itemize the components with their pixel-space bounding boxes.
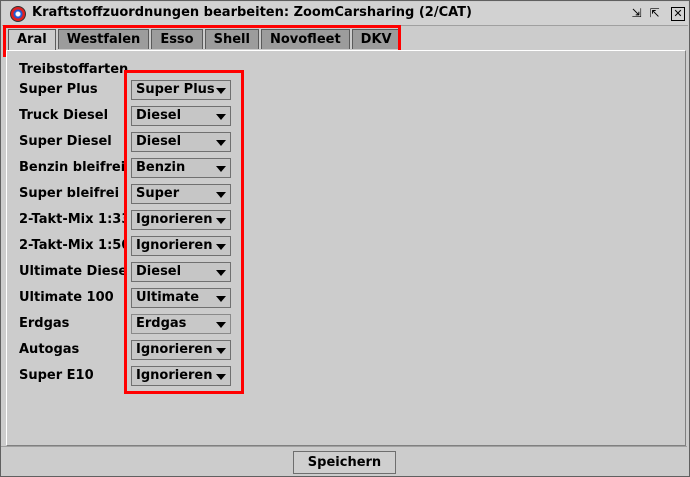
tab-novofleet[interactable]: Novofleet: [260, 29, 350, 49]
dropdown-value: Erdgas: [136, 316, 187, 331]
fuel-type-label: Super bleifrei: [19, 186, 120, 201]
minimize-icon[interactable]: ⇲: [629, 6, 644, 21]
fuel-type-label: 2-Takt-Mix 1:50: [19, 238, 125, 253]
fuel-type-label: Super Plus: [19, 82, 98, 97]
chevron-down-icon[interactable]: [216, 374, 226, 380]
chevron-down-icon[interactable]: [216, 218, 226, 224]
chevron-down-icon[interactable]: [216, 322, 226, 328]
tab-esso[interactable]: Esso: [151, 29, 203, 49]
dropdown-value: Super Plus: [136, 82, 215, 97]
title-bar[interactable]: Kraftstoffzuordnungen bearbeiten: ZoomCa…: [2, 2, 688, 26]
tab-dkv[interactable]: DKV: [351, 29, 401, 49]
window-title: Kraftstoffzuordnungen bearbeiten: ZoomCa…: [32, 5, 472, 20]
section-label: Treibstoffarten: [19, 62, 129, 77]
dropdown-value: Ultimate: [136, 290, 200, 305]
fuel-mapping-dropdown[interactable]: Ignorieren: [131, 366, 231, 386]
fuel-type-label: Ultimate 100: [19, 290, 114, 305]
save-button[interactable]: Speichern: [293, 451, 396, 474]
chevron-down-icon[interactable]: [216, 114, 226, 120]
chevron-down-icon[interactable]: [216, 348, 226, 354]
fuel-mapping-dropdown[interactable]: Ignorieren: [131, 236, 231, 256]
fuel-mapping-dropdown[interactable]: Diesel: [131, 106, 231, 126]
dropdown-value: Diesel: [136, 134, 182, 149]
fuel-mapping-dropdown[interactable]: Diesel: [131, 262, 231, 282]
fuel-type-label: Erdgas: [19, 316, 70, 331]
fuel-mapping-dropdown[interactable]: Ignorieren: [131, 210, 231, 230]
maximize-icon[interactable]: ⇱: [647, 6, 662, 21]
fuel-type-label: Super Diesel: [19, 134, 112, 149]
app-icon: [10, 6, 26, 22]
tab-aral[interactable]: Aral: [8, 29, 56, 50]
chevron-down-icon[interactable]: [216, 166, 226, 172]
dropdown-value: Ignorieren: [136, 342, 213, 357]
close-icon[interactable]: ✕: [671, 7, 685, 21]
fuel-type-label: Truck Diesel: [19, 108, 109, 123]
fuel-type-label: Ultimate Diesel: [19, 264, 125, 279]
fuel-mapping-dropdown[interactable]: Ignorieren: [131, 340, 231, 360]
fuel-type-label: Benzin bleifrei: [19, 160, 125, 175]
fuel-mapping-dropdown[interactable]: Erdgas: [131, 314, 231, 334]
dropdown-value: Super: [136, 186, 180, 201]
tab-bar: Aral Westfalen Esso Shell Novofleet DKV: [8, 29, 403, 50]
tab-shell[interactable]: Shell: [204, 29, 259, 49]
fuel-type-label: 2-Takt-Mix 1:33: [19, 212, 125, 227]
dropdown-value: Ignorieren: [136, 212, 213, 227]
fuel-type-label: Autogas: [19, 342, 80, 357]
chevron-down-icon[interactable]: [216, 192, 226, 198]
fuel-mapping-dropdown[interactable]: Benzin: [131, 158, 231, 178]
fuel-mapping-dropdown[interactable]: Diesel: [131, 132, 231, 152]
chevron-down-icon[interactable]: [216, 270, 226, 276]
chevron-down-icon[interactable]: [216, 244, 226, 250]
fuel-type-label: Super E10: [19, 368, 94, 383]
dropdown-value: Benzin: [136, 160, 186, 175]
dropdown-value: Diesel: [136, 264, 182, 279]
dropdown-value: Ignorieren: [136, 238, 213, 253]
chevron-down-icon[interactable]: [216, 296, 226, 302]
dropdown-value: Ignorieren: [136, 368, 213, 383]
tab-westfalen[interactable]: Westfalen: [57, 29, 150, 49]
chevron-down-icon[interactable]: [216, 140, 226, 146]
fuel-mapping-dropdown[interactable]: Ultimate: [131, 288, 231, 308]
fuel-mapping-dropdown[interactable]: Super Plus: [131, 80, 231, 100]
dropdown-value: Diesel: [136, 108, 182, 123]
chevron-down-icon[interactable]: [216, 88, 226, 94]
fuel-mapping-dropdown[interactable]: Super: [131, 184, 231, 204]
